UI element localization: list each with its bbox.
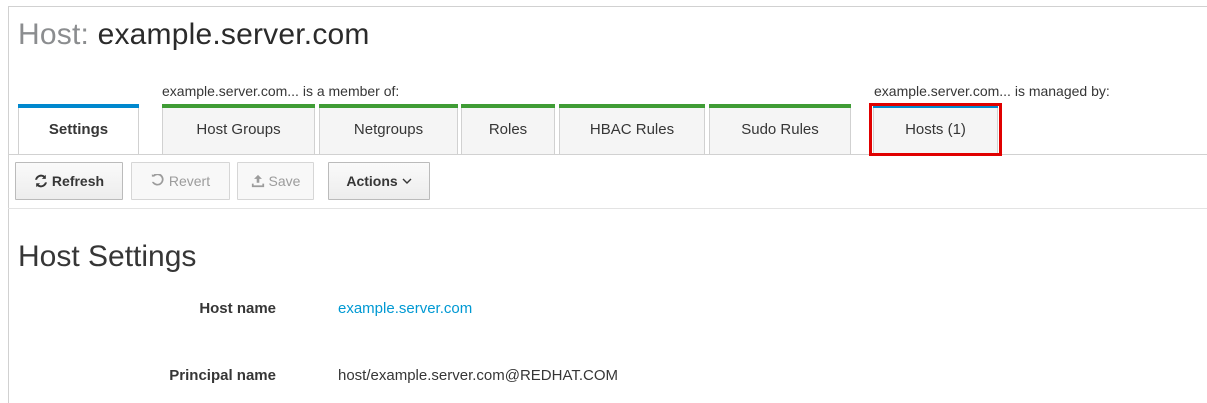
tab-hosts[interactable]: Hosts (1) xyxy=(873,104,998,154)
tab-accent-bar xyxy=(709,104,851,108)
revert-button[interactable]: Revert xyxy=(131,162,230,200)
tabs-divider xyxy=(8,154,1207,155)
tab-label: Sudo Rules xyxy=(741,121,819,138)
page-title: Host: example.server.com xyxy=(18,18,370,52)
tab-host-groups[interactable]: Host Groups xyxy=(162,104,315,154)
host-name-link[interactable]: example.server.com xyxy=(338,300,472,317)
tab-hbac-rules[interactable]: HBAC Rules xyxy=(559,104,705,154)
tab-label: Settings xyxy=(48,121,109,138)
tab-label: HBAC Rules xyxy=(589,121,675,138)
toolbar-divider xyxy=(8,208,1207,209)
managed-by-label: example.server.com... is managed by: xyxy=(874,83,1110,99)
refresh-icon xyxy=(34,174,48,188)
tab-accent-bar xyxy=(559,104,705,108)
tab-label: Roles xyxy=(488,121,528,138)
actions-dropdown[interactable]: Actions xyxy=(328,162,430,200)
page-title-host: example.server.com xyxy=(97,18,370,51)
chevron-down-icon xyxy=(402,177,412,185)
tab-label: Host Groups xyxy=(196,121,281,138)
refresh-label: Refresh xyxy=(51,173,105,189)
content-frame xyxy=(8,6,1207,403)
principal-name-label: Principal name xyxy=(169,367,276,384)
upload-icon xyxy=(251,174,265,188)
tab-accent-bar xyxy=(18,104,139,108)
tab-roles[interactable]: Roles xyxy=(461,104,555,154)
actions-label: Actions xyxy=(346,173,398,189)
revert-label: Revert xyxy=(168,173,211,189)
tab-sudo-rules[interactable]: Sudo Rules xyxy=(709,104,851,154)
section-title: Host Settings xyxy=(18,240,197,273)
refresh-button[interactable]: Refresh xyxy=(15,162,123,200)
tab-label: Hosts (1) xyxy=(905,121,966,138)
tab-accent-bar xyxy=(873,104,998,108)
tab-accent-bar xyxy=(461,104,555,108)
tab-accent-bar xyxy=(319,104,458,108)
tab-accent-bar xyxy=(162,104,315,108)
tab-netgroups[interactable]: Netgroups xyxy=(319,104,458,154)
tab-settings[interactable]: Settings xyxy=(18,104,139,154)
tab-label: Netgroups xyxy=(353,121,424,138)
save-label: Save xyxy=(268,173,301,189)
member-of-label: example.server.com... is a member of: xyxy=(162,83,400,99)
save-button[interactable]: Save xyxy=(237,162,314,200)
host-name-label: Host name xyxy=(199,300,276,317)
principal-name-value: host/example.server.com@REDHAT.COM xyxy=(338,367,619,384)
page-title-prefix: Host: xyxy=(18,18,98,51)
undo-icon xyxy=(151,174,165,188)
